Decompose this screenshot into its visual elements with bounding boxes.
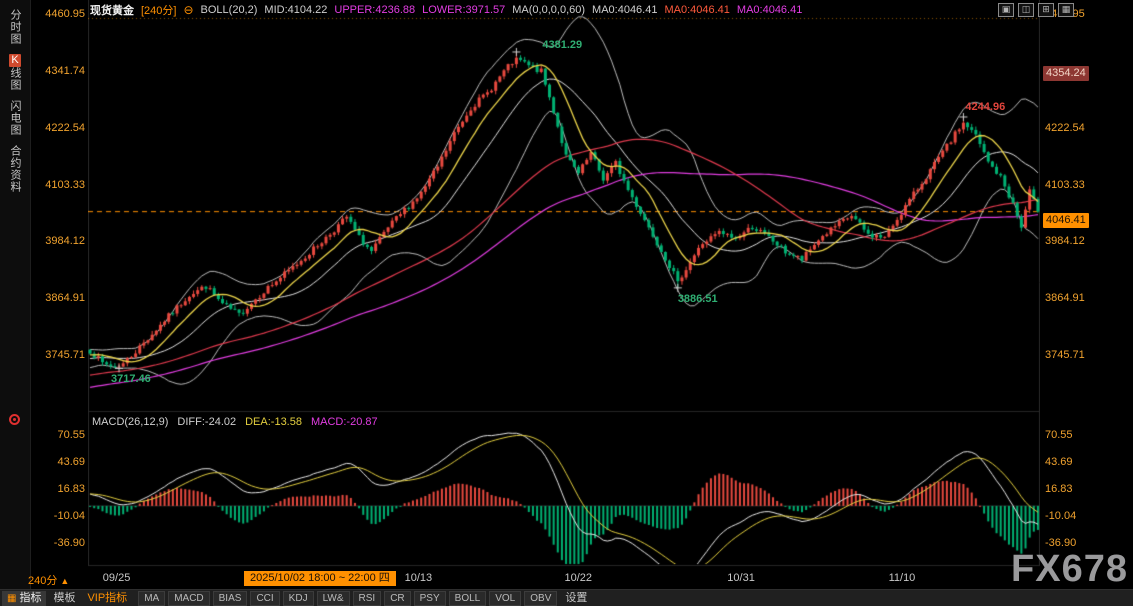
settings-button[interactable]: 设置 [560,591,592,606]
candle-time-tooltip: 2025/10/02 18:00 ~ 22:00 四 [244,571,396,586]
indicator-grid-icon: ▦ [7,591,16,606]
macd-tick-left: 16.83 [33,483,85,495]
sidebar-item-闪电图[interactable]: 闪电图 [8,100,22,136]
sidebar-item-K线图[interactable]: K线图 [8,54,22,91]
price-tick-left: 3745.71 [33,349,85,361]
macd-header: MACD(26,12,9) DIFF:-24.02 DEA:-13.58 MAC… [92,416,378,428]
trading-chart-window: 现货黄金 [240分] ⊖ BOLL(20,2) MID:4104.22 UPP… [0,0,1133,606]
indicator-button-KDJ[interactable]: KDJ [283,591,314,606]
macd-tick-right: -10.04 [1045,510,1105,522]
indicator-button-VOL[interactable]: VOL [489,591,521,606]
price-tick-right: 3864.91 [1045,292,1105,304]
price-marker-badge: 4354.24 [1043,66,1089,81]
price-annotation: 4381.29 [542,39,582,51]
indicator-toolbar: ▦指标模板VIP指标 MAMACD BIASCCI KDJLW&RSICR PSYBO… [0,589,1133,606]
boll-label: BOLL(20,2) [201,4,258,16]
date-label: 09/25 [103,572,131,584]
indicator-button-PSY[interactable]: PSY [414,591,446,606]
price-tick-left: 4222.54 [33,122,85,134]
symbol-title: 现货黄金 [90,2,134,18]
sidebar-item-合约资料[interactable]: 合约资料 [8,145,22,193]
collapse-icon[interactable]: ⊖ [183,3,193,17]
macd-tick-left: -36.90 [33,537,85,549]
ma0-value-3: MA0:4046.41 [737,4,802,16]
period-label[interactable]: [240分] [141,2,176,18]
period-indicator[interactable]: 240分 ▲ [28,572,69,588]
macd-diff-value: DIFF:-24.02 [177,416,236,428]
price-annotation: 3717.46 [111,373,151,385]
price-tick-left: 4103.33 [33,179,85,191]
price-marker-badge: 4046.41 [1043,213,1089,228]
watermark: FX678 [1011,548,1128,591]
boll-lower-value: LOWER:3971.57 [422,4,505,16]
chart-header: 现货黄金 [240分] ⊖ BOLL(20,2) MID:4104.22 UPP… [90,2,802,17]
date-label: 10/22 [565,572,593,584]
date-label: 10/31 [727,572,755,584]
macd-tick-left: 70.55 [33,429,85,441]
macd-label: MACD(26,12,9) [92,416,168,428]
sidebar-item-分时图[interactable]: 分时图 [8,9,22,45]
chart-canvas[interactable] [88,0,1040,590]
layout-icon-2[interactable]: ◫ [1018,3,1034,17]
price-tick-left: 4341.74 [33,65,85,77]
ma0-value-1: MA0:4046.41 [592,4,657,16]
ma0-value-2: MA0:4046.41 [664,4,729,16]
chart-layout-icons: ▣ ◫ ⊞ ▦ [998,3,1074,17]
macd-tick-right: 70.55 [1045,429,1105,441]
price-annotation: 4244.96 [965,101,1005,113]
indicator-button-BIAS[interactable]: BIAS [213,591,248,606]
boll-upper-value: UPPER:4236.88 [334,4,415,16]
price-tick-left: 4460.95 [33,8,85,20]
macd-tick-left: 43.69 [33,456,85,468]
price-tick-right: 4103.33 [1045,179,1105,191]
macd-tick-right: 43.69 [1045,456,1105,468]
tab-模板[interactable]: 模板 [48,591,80,606]
macd-value: MACD:-20.87 [311,416,378,428]
ma-label: MA(0,0,0,0,60) [512,4,585,16]
indicator-button-OBV[interactable]: OBV [524,591,557,606]
price-tick-left: 3984.12 [33,235,85,247]
macd-dea-value: DEA:-13.58 [245,416,302,428]
price-tick-right: 4222.54 [1045,122,1105,134]
date-label: 11/10 [889,572,916,584]
indicator-button-CR[interactable]: CR [384,591,410,606]
tab-指标[interactable]: ▦指标 [2,591,46,606]
layout-icon-1[interactable]: ▣ [998,3,1014,17]
boll-mid-value: MID:4104.22 [264,4,327,16]
price-tick-right: 3984.12 [1045,235,1105,247]
left-sidebar: 分时图 K线图闪电图合约资料 [0,0,31,606]
price-annotation: 3886.51 [678,293,718,305]
indicator-button-MA[interactable]: MA [138,591,165,606]
macd-tick-left: -10.04 [33,510,85,522]
macd-tick-right: -36.90 [1045,537,1105,549]
tab-VIP指标[interactable]: VIP指标 [82,591,132,606]
indicator-button-RSI[interactable]: RSI [353,591,382,606]
indicator-button-MACD[interactable]: MACD [168,591,209,606]
price-tick-left: 3864.91 [33,292,85,304]
indicator-button-BOLL[interactable]: BOLL [449,591,487,606]
date-label: 10/13 [405,572,433,584]
layout-icon-4[interactable]: ▦ [1058,3,1074,17]
record-icon[interactable] [9,414,20,425]
period-arrow-icon: ▲ [60,576,69,586]
indicator-button-LW&[interactable]: LW& [317,591,350,606]
layout-icon-3[interactable]: ⊞ [1038,3,1054,17]
macd-tick-right: 16.83 [1045,483,1105,495]
price-tick-right: 3745.71 [1045,349,1105,361]
indicator-button-CCI[interactable]: CCI [250,591,279,606]
